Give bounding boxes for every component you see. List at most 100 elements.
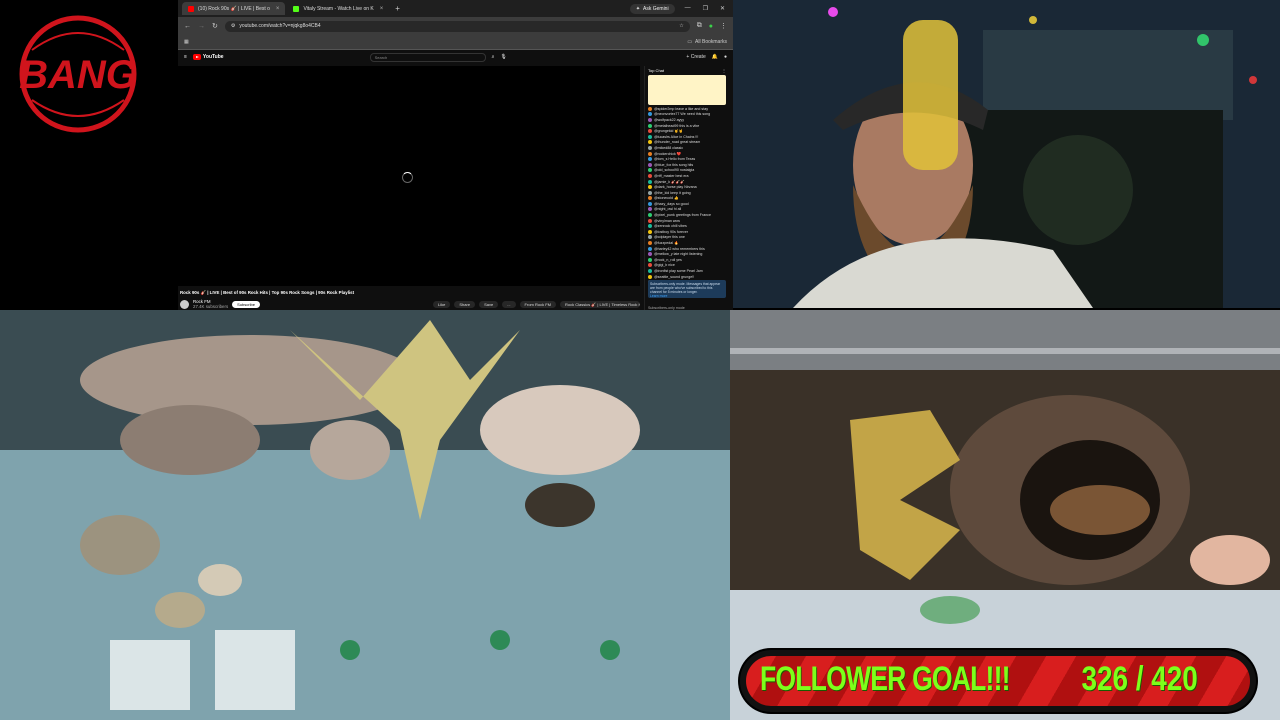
profile-icon[interactable]: ● [709, 23, 713, 30]
youtube-search-input[interactable]: Search [369, 52, 486, 62]
mic-icon[interactable]: 🎙 [500, 54, 506, 60]
close-tab-icon[interactable]: × [380, 6, 384, 12]
chat-message-text: @metalhead99 this is a vibe [654, 123, 700, 128]
chat-avatar[interactable] [648, 196, 652, 201]
chat-avatar[interactable] [648, 106, 652, 111]
chat-avatar[interactable] [648, 269, 652, 274]
video-info: Rock 90s 🎸 | LIVE | Best of 90s Rock Hit… [180, 290, 640, 309]
more-actions-button[interactable]: ... [502, 300, 516, 308]
chat-avatar[interactable] [648, 218, 652, 223]
all-bookmarks-label: All Bookmarks [695, 39, 727, 45]
notifications-icon[interactable]: 🔔 [712, 54, 718, 60]
bookmark-star-icon[interactable]: ☆ [679, 23, 683, 29]
chat-message-text: @pixel_punk greetings from France [654, 213, 711, 218]
chat-avatar[interactable] [648, 185, 652, 190]
aquarium-cam-left [0, 310, 730, 720]
close-icon[interactable]: ✕ [720, 5, 725, 12]
chat-avatar[interactable] [648, 263, 652, 268]
forward-arrow-icon[interactable]: → [198, 23, 205, 30]
learn-more-link[interactable]: Learn more [650, 294, 724, 298]
minimize-icon[interactable]: — [685, 5, 691, 12]
chat-message-text: @dark_horse play Nirvana [654, 185, 697, 190]
chat-avatar[interactable] [648, 123, 652, 128]
live-chat-panel: Top Chat ⋮ @spider2mp leave a like and s… [644, 66, 729, 312]
chat-avatar[interactable] [648, 140, 652, 145]
chat-avatar[interactable] [648, 179, 652, 184]
chat-message-text: @stonecold 👍 [654, 196, 679, 201]
up-next-from[interactable]: From Rock FM [519, 300, 556, 308]
channel-row: Rock FM 27.4K subscribers Subscribe Like… [180, 299, 640, 309]
chat-avatar[interactable] [648, 235, 652, 240]
address-bar[interactable]: ⚙ youtube.com/watch?v=njqkg8o4CB4 ☆ [224, 20, 690, 32]
chat-avatar[interactable] [648, 151, 652, 156]
site-info-icon[interactable]: ⚙ [231, 23, 235, 29]
chat-avatar[interactable] [648, 117, 652, 122]
chat-avatar[interactable] [648, 190, 652, 195]
chat-avatar[interactable] [648, 157, 652, 162]
create-button[interactable]: + Create [686, 54, 705, 60]
extensions-icon[interactable]: ⧉ [697, 22, 702, 30]
save-button[interactable]: Save [479, 300, 499, 308]
chat-avatar[interactable] [648, 162, 652, 167]
apps-grid-icon[interactable]: ▦ [184, 39, 189, 45]
subscribe-button[interactable]: Subscribe [232, 300, 260, 308]
chat-avatar[interactable] [648, 173, 652, 178]
chat-avatar[interactable] [648, 274, 652, 279]
search-icon[interactable]: ⌕ [492, 54, 495, 60]
chat-avatar[interactable] [648, 246, 652, 251]
chat-avatar[interactable] [648, 252, 652, 257]
chat-avatar[interactable] [648, 207, 652, 212]
chat-avatar[interactable] [648, 213, 652, 218]
chat-message-text: @fuzzpedal 🔥 [654, 241, 679, 246]
menu-icon[interactable]: ⋮ [720, 22, 727, 30]
reload-icon[interactable]: ↻ [212, 22, 218, 30]
channel-avatar[interactable] [180, 299, 189, 309]
chat-avatar[interactable] [648, 201, 652, 206]
chat-message-list: @spider2mp leave a like and stay @neonvor… [645, 106, 729, 285]
url-text: youtube.com/watch?v=njqkg8o4CB4 [239, 23, 321, 29]
chat-message-text: @cdplayer this one [654, 235, 685, 240]
top-chat-label[interactable]: Top Chat [648, 68, 664, 73]
tab-kick[interactable]: Vitaly Stream - Watch Live on K × [287, 2, 389, 15]
chat-message-text: @spider2mp leave a like and stay [654, 106, 708, 111]
youtube-play-icon [192, 54, 201, 60]
maximize-icon[interactable]: ❐ [703, 5, 708, 12]
channel-meta: Rock FM 27.4K subscribers [193, 299, 228, 309]
like-button[interactable]: Like [433, 300, 451, 308]
window-controls: — ❐ ✕ [677, 5, 733, 12]
close-tab-icon[interactable]: × [276, 6, 280, 12]
chat-avatar[interactable] [648, 257, 652, 262]
youtube-logo[interactable]: YouTube [192, 54, 224, 60]
follower-goal-label: FOLLOWER GOAL!!! [760, 660, 1011, 698]
chat-notice-text: Subscribers-only mode. Messages that app… [650, 282, 721, 294]
chat-avatar[interactable] [648, 134, 652, 139]
chat-avatar[interactable] [648, 224, 652, 229]
chat-message-text: @vinylman wow [654, 218, 681, 223]
up-next-video[interactable]: Rock Classics 🎸 | LIVE | Timeless Rock H… [560, 300, 640, 308]
video-title: Rock 90s 🎸 | LIVE | Best of 90s Rock Hit… [180, 290, 355, 295]
chat-message-text: @gigi_b nice [654, 263, 675, 268]
chat-message-text: @rock_n_roll yes [654, 257, 682, 262]
video-player[interactable] [178, 66, 640, 286]
tab-label: Vitaly Stream - Watch Live on K [303, 5, 374, 12]
logo-text: BANG [19, 53, 137, 97]
tab-bar: (10) Rock 90s 🎸 | LIVE | Best o × Vitaly… [178, 0, 733, 17]
chat-menu-icon[interactable]: ⋮ [722, 68, 726, 73]
kick-favicon-icon [293, 5, 300, 12]
chat-message-text: @miked88 classic [654, 145, 684, 150]
chat-avatar[interactable] [648, 145, 652, 150]
hamburger-menu-icon[interactable]: ≡ [184, 54, 187, 60]
all-bookmarks-button[interactable]: ▭ All Bookmarks [687, 39, 727, 45]
chat-avatar[interactable] [648, 241, 652, 246]
new-tab-button[interactable]: + [391, 4, 404, 13]
chat-avatar[interactable] [648, 129, 652, 134]
share-button[interactable]: Share [454, 300, 476, 308]
ask-gemini-button[interactable]: ✦ Ask Gemini [629, 3, 675, 14]
chat-avatar[interactable] [648, 229, 652, 234]
chat-avatar[interactable] [648, 112, 652, 117]
back-arrow-icon[interactable]: ← [184, 23, 191, 30]
chat-notice: Subscribers-only mode. Messages that app… [648, 280, 726, 298]
chat-avatar[interactable] [648, 168, 652, 173]
account-avatar-icon[interactable]: ● [724, 54, 727, 60]
tab-youtube[interactable]: (10) Rock 90s 🎸 | LIVE | Best o × [182, 2, 286, 15]
